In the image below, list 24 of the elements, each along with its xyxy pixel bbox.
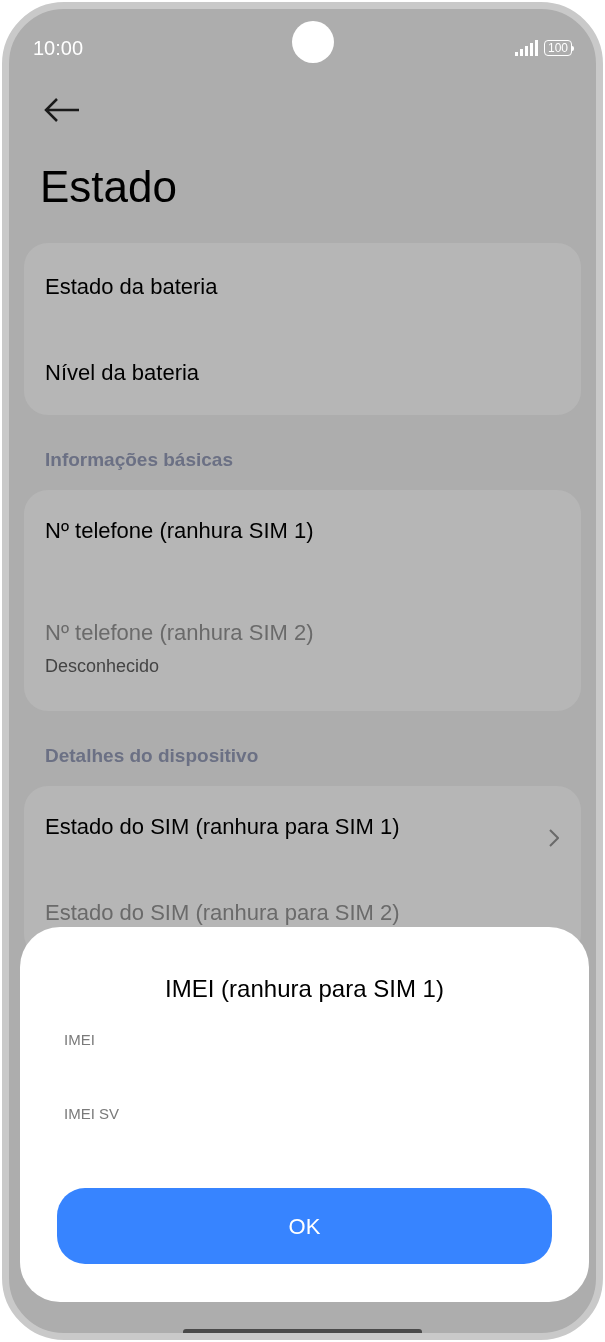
camera-cutout <box>292 21 334 63</box>
row-title: Nível da bateria <box>45 358 200 387</box>
dialog-title: IMEI (ranhura para SIM 1) <box>165 975 444 1002</box>
row-title: Nº telefone (ranhura SIM 2) <box>45 618 314 647</box>
row-subtitle: Desconhecido <box>45 654 161 678</box>
page-title: Estado <box>40 161 178 213</box>
row-title: Estado do SIM (ranhura para SIM 1) <box>45 812 400 841</box>
section-heading: Informações básicas <box>45 447 233 472</box>
settings-row[interactable]: Nº telefone (ranhura SIM 1) <box>24 490 581 576</box>
back-icon[interactable] <box>44 97 80 123</box>
section-heading: Detalhes do dispositivo <box>45 743 259 768</box>
status-time: 10:00 <box>33 36 84 61</box>
settings-row[interactable]: Estado da bateria <box>24 243 581 329</box>
settings-row[interactable]: Nível da bateria <box>24 329 581 415</box>
settings-row[interactable]: Estado do SIM (ranhura para SIM 1) <box>24 786 581 872</box>
chevron-icon <box>549 828 559 848</box>
field-label: IMEI SV <box>64 1103 120 1124</box>
signal-icon <box>514 40 539 56</box>
ok-button[interactable]: OK <box>57 1188 552 1264</box>
row-title: Nº telefone (ranhura SIM 1) <box>45 516 314 545</box>
row-title: Estado da bateria <box>45 272 218 301</box>
battery-level: 100 <box>543 40 572 56</box>
field-label: IMEI <box>64 1030 96 1050</box>
row-title: Estado do SIM (ranhura para SIM 2) <box>45 898 400 927</box>
